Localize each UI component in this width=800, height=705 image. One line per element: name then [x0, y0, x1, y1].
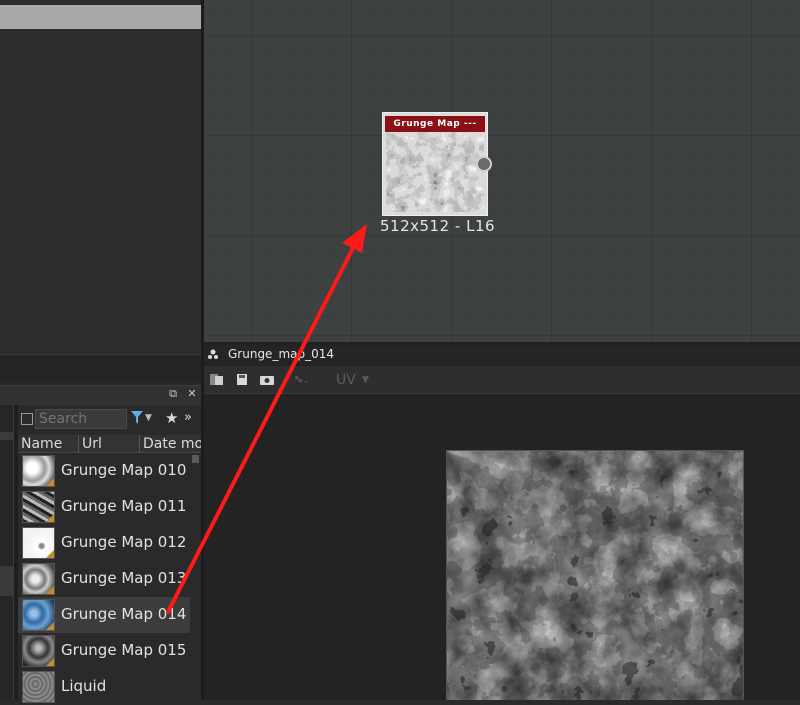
uv-dropdown-arrow-icon[interactable]: ▼: [362, 375, 369, 385]
display-mode-icon[interactable]: [294, 373, 308, 386]
list-item-label: Grunge Map 014: [61, 605, 187, 623]
texture-thumbnail: [22, 671, 55, 703]
panel-gap: [0, 355, 202, 383]
asset-type-badge: [46, 514, 54, 522]
column-header-date[interactable]: Date mo: [140, 435, 202, 453]
camera-icon[interactable]: [260, 373, 274, 386]
column-header-url[interactable]: Url: [79, 435, 140, 453]
list-item[interactable]: Grunge Map 011: [18, 489, 190, 525]
column-header-name[interactable]: Name: [18, 435, 79, 453]
star-icon[interactable]: ★: [165, 409, 178, 427]
graph-node-size-label: 512x512 - L16: [380, 217, 496, 235]
texture-thumbnail: [22, 455, 55, 487]
list-item-label: Liquid: [61, 677, 107, 695]
asset-type-badge: [46, 586, 54, 594]
texture-thumbnail: [22, 527, 55, 559]
list-item-label: Grunge Map 011: [61, 497, 187, 515]
list-item[interactable]: Grunge Map 015: [18, 633, 190, 669]
graph-node-preview: [386, 132, 484, 212]
filter-icon[interactable]: [131, 411, 143, 425]
library-tree-selected[interactable]: [0, 566, 14, 596]
search-input[interactable]: [35, 409, 127, 429]
list-item[interactable]: Grunge Map 013: [18, 561, 190, 597]
texture-thumbnail: [22, 599, 55, 631]
list-item[interactable]: Grunge Map 012: [18, 525, 190, 561]
list-item-label: Grunge Map 015: [61, 641, 187, 659]
library-scrollbar-thumb[interactable]: [192, 455, 199, 463]
external-link-icon[interactable]: [21, 413, 33, 425]
restore-icon[interactable]: ⧉: [166, 387, 180, 401]
node-output-port[interactable]: [476, 156, 492, 172]
asset-type-badge: [46, 622, 54, 630]
library-tree-header: [0, 432, 14, 440]
texture-thumbnail: [22, 563, 55, 595]
list-item-label: Grunge Map 013: [61, 569, 187, 587]
top-left-panel-titlebar[interactable]: [0, 5, 202, 29]
viewer-tab-icon: [208, 349, 218, 359]
viewer-texture-image[interactable]: [446, 450, 744, 700]
more-icon[interactable]: »: [184, 410, 192, 425]
viewer-title: Grunge_map_014: [228, 347, 335, 361]
save-icon[interactable]: [236, 373, 250, 386]
list-item-label: Grunge Map 012: [61, 533, 187, 551]
library-scrollbar[interactable]: [191, 453, 200, 700]
top-left-panel: [0, 0, 202, 355]
library-tree-strip[interactable]: [0, 405, 14, 700]
close-icon[interactable]: ✕: [185, 387, 199, 401]
asset-type-badge: [46, 658, 54, 666]
graph-canvas[interactable]: [203, 0, 800, 344]
graph-node-title: Grunge Map ---: [385, 116, 485, 132]
texture-thumbnail: [22, 491, 55, 523]
list-item[interactable]: Grunge Map 010: [18, 453, 190, 489]
asset-type-badge: [46, 550, 54, 558]
asset-type-badge: [46, 478, 54, 486]
uv-dropdown[interactable]: UV: [336, 372, 356, 388]
filter-dropdown-icon[interactable]: ▼: [145, 413, 152, 423]
texture-thumbnail: [22, 635, 55, 667]
list-item-selected[interactable]: Grunge Map 014: [18, 597, 190, 633]
channels-icon[interactable]: [210, 373, 224, 386]
list-item-label: Grunge Map 010: [61, 461, 187, 479]
